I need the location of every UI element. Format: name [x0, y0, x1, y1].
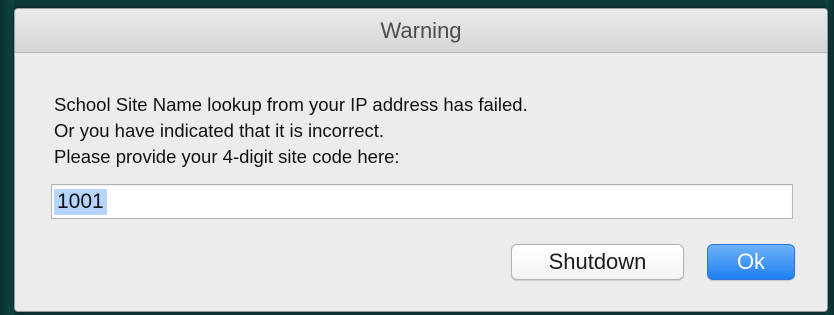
message-line-3: Please provide your 4-digit site code he…: [54, 146, 400, 167]
site-code-input[interactable]: 1001: [51, 184, 793, 219]
ok-button[interactable]: Ok: [707, 244, 795, 280]
message-line-1: School Site Name lookup from your IP add…: [54, 94, 528, 115]
warning-dialog: Warning School Site Name lookup from you…: [14, 8, 828, 312]
dialog-message: School Site Name lookup from your IP add…: [54, 92, 794, 170]
message-line-2: Or you have indicated that it is incorre…: [54, 120, 385, 141]
site-code-value: 1001: [54, 188, 107, 215]
desktop-background-left: [0, 0, 14, 315]
dialog-titlebar[interactable]: Warning: [15, 9, 827, 53]
dialog-title: Warning: [380, 18, 462, 43]
shutdown-button[interactable]: Shutdown: [511, 244, 684, 280]
